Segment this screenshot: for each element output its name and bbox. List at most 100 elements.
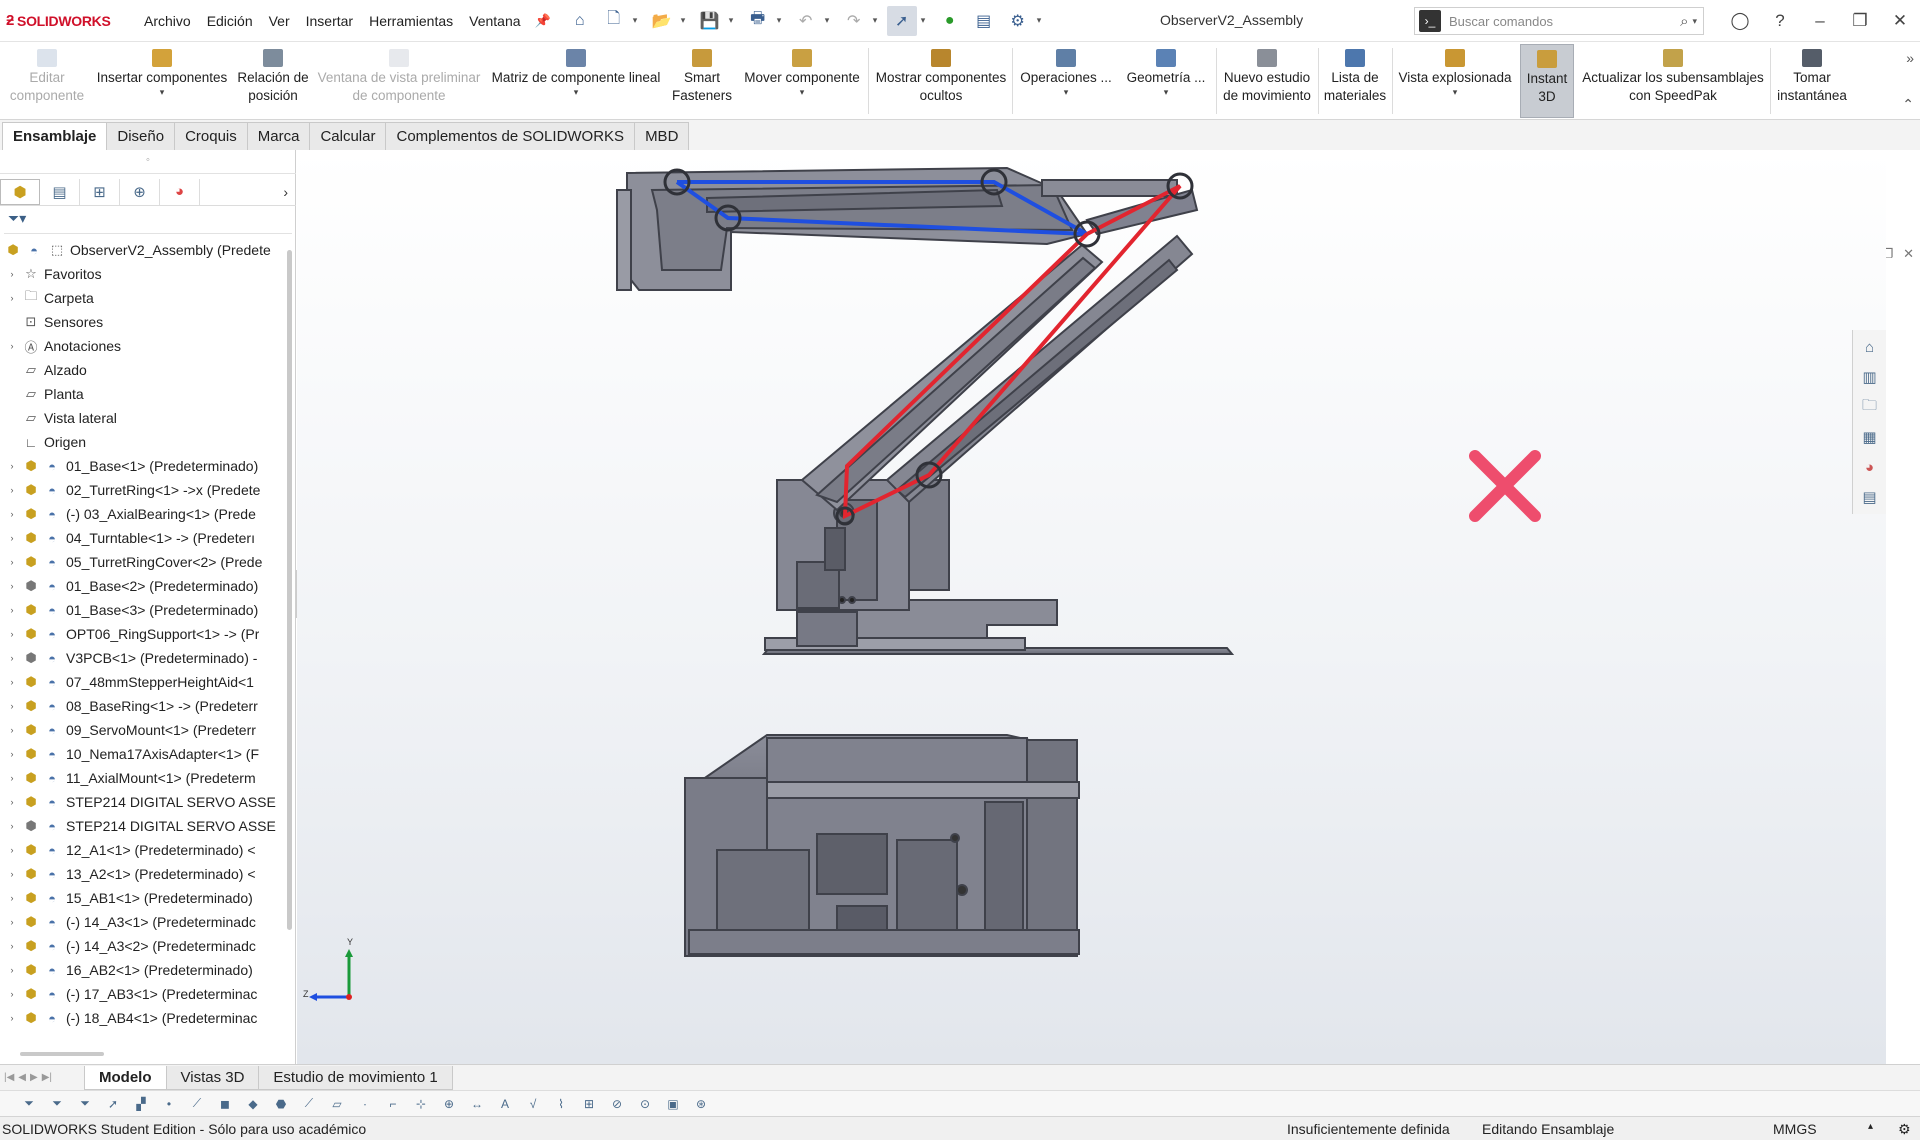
displaymanager-tab-icon[interactable]: ◕ <box>160 178 200 205</box>
tree-component[interactable]: › ⬢ ◓ 01_Base<3> (Predeterminado) <box>0 598 286 622</box>
last-tab-icon[interactable]: ▶| <box>42 1072 52 1083</box>
graphics-area[interactable]: ⌂ ▥ 🗀 ▦ ◕ ▤ <box>297 150 1886 1064</box>
dropdown-arrow-icon[interactable]: ▾ <box>574 87 579 97</box>
filter-balloons-icon[interactable]: ⊘ <box>608 1095 626 1113</box>
appearances-icon[interactable]: ◕ <box>1858 454 1882 480</box>
print-dropdown-icon[interactable]: ▾ <box>777 15 787 26</box>
linear-pattern-button[interactable]: Matriz de componente lineal ▾ <box>486 44 666 118</box>
dropdown-arrow-icon[interactable]: ▾ <box>1164 87 1169 97</box>
tab-marca[interactable]: Marca <box>246 122 311 150</box>
smart-fasteners-button[interactable]: Smart Fasteners <box>668 44 736 118</box>
upper-arm[interactable] <box>616 166 1199 291</box>
dropdown-arrow-icon[interactable]: ▾ <box>1453 87 1458 97</box>
tree-folder-carpeta[interactable]: › 🗀 Carpeta <box>0 286 286 310</box>
expand-icon[interactable]: › <box>6 629 18 639</box>
dropdown-arrow-icon[interactable]: ▾ <box>160 87 165 97</box>
units-selector[interactable]: MMGS <box>1773 1121 1817 1137</box>
select-dropdown-icon[interactable]: ▾ <box>921 15 931 26</box>
move-component-button[interactable]: Mover componente ▾ <box>738 44 866 118</box>
select-pointer-icon[interactable]: ➚ <box>104 1095 122 1113</box>
prev-tab-icon[interactable]: ◀ <box>18 1072 26 1083</box>
featuremanager-tab-icon[interactable]: ⬢ <box>0 178 40 205</box>
filter-datum-features-icon[interactable]: ⊞ <box>580 1095 598 1113</box>
filter-vertices-icon[interactable]: • <box>160 1095 178 1113</box>
expand-icon[interactable]: › <box>6 749 18 759</box>
filter-blocks-icon[interactable]: ▣ <box>664 1095 682 1113</box>
expand-icon[interactable]: › <box>6 509 18 519</box>
filter-weld-symbols-icon[interactable]: ⌇ <box>552 1095 570 1113</box>
tab-vistas-3d[interactable]: Vistas 3D <box>165 1065 260 1090</box>
tree-folder-sensores[interactable]: ⊡ Sensores <box>0 310 286 334</box>
options-gear-icon[interactable]: ⚙ <box>1003 6 1033 36</box>
tree-component[interactable]: › ⬢ ◓ 05_TurretRingCover<2> (Prede <box>0 550 286 574</box>
menu-herramientas[interactable]: Herramientas <box>361 13 461 29</box>
design-library-icon[interactable]: ▥ <box>1858 364 1882 390</box>
menu-ver[interactable]: Ver <box>261 13 298 29</box>
menu-archivo[interactable]: Archivo <box>136 13 199 29</box>
tree-component[interactable]: › ⬢ ◓ OPT06_RingSupport<1> -> (Pr <box>0 622 286 646</box>
filter-notes-icon[interactable]: A <box>496 1095 514 1113</box>
filter-dimensions-icon[interactable]: ↔ <box>468 1095 486 1113</box>
expand-icon[interactable]: › <box>6 653 18 663</box>
customize-icon[interactable]: ⚙ <box>1898 1121 1911 1138</box>
expand-icon[interactable]: › <box>6 581 18 591</box>
tree-component[interactable]: › ⬢ ◓ (-) 18_AB4<1> (Predeterminac <box>0 1006 286 1030</box>
expand-icon[interactable]: › <box>6 293 18 303</box>
solidworks-logo[interactable]: ƻ SOLIDWORKS <box>0 12 136 29</box>
search-dropdown-icon[interactable]: ▾ <box>1692 16 1697 27</box>
undo-icon[interactable]: ↶ <box>791 6 821 36</box>
configurationmanager-tab-icon[interactable]: ⊞ <box>80 178 120 205</box>
expand-icon[interactable]: › <box>6 701 18 711</box>
filter-sketch-points-icon[interactable]: ∙ <box>356 1095 374 1113</box>
expand-icon[interactable]: › <box>6 485 18 495</box>
mate-button[interactable]: Relación de posición <box>234 44 312 118</box>
expand-icon[interactable]: › <box>6 725 18 735</box>
minimize-button[interactable]: – <box>1800 11 1840 31</box>
select-pointer-icon[interactable]: ➚ <box>886 5 917 36</box>
new-dropdown-icon[interactable]: ▾ <box>633 15 643 26</box>
tree-component[interactable]: › ⬢ ◓ 12_A1<1> (Predeterminado) < <box>0 838 286 862</box>
expand-icon[interactable]: › <box>6 941 18 951</box>
filter-surface-finish-icon[interactable]: √ <box>524 1095 542 1113</box>
tree-component[interactable]: › ⬢ ◓ 01_Base<1> (Predeterminado) <box>0 454 286 478</box>
take-snapshot-button[interactable]: Tomar instantánea <box>1772 44 1852 118</box>
new-document-icon[interactable]: 🗋 <box>599 6 629 36</box>
command-search[interactable]: ›_ Buscar comandos ⌕ ▾ <box>1414 7 1704 35</box>
open-dropdown-icon[interactable]: ▾ <box>681 15 691 26</box>
tree-component[interactable]: › ⬢ ◓ 07_48mmStepperHeightAid<1 <box>0 670 286 694</box>
tree-component[interactable]: › ⬢ ◓ V3PCB<1> (Predeterminado) - <box>0 646 286 670</box>
expand-icon[interactable]: › <box>6 533 18 543</box>
shoulder-tower[interactable] <box>776 479 950 611</box>
tab-complementos[interactable]: Complementos de SOLIDWORKS <box>385 122 636 150</box>
tab-ensamblaje[interactable]: Ensamblaje <box>2 122 108 150</box>
traffic-light-icon[interactable]: ● <box>935 6 965 36</box>
expand-icon[interactable]: › <box>6 893 18 903</box>
tree-component[interactable]: › ⬢ ◓ 02_TurretRing<1> ->x (Predete <box>0 478 286 502</box>
tree-component[interactable]: › ⬢ ◓ 01_Base<2> (Predeterminado) <box>0 574 286 598</box>
tree-root[interactable]: ⬢ ◓ ⬚ ObserverV2_Assembly (Predete <box>0 238 286 262</box>
file-properties-icon[interactable]: ▤ <box>969 6 999 36</box>
expand-icon[interactable]: › <box>6 797 18 807</box>
insert-components-button[interactable]: Insertar componentes ▾ <box>92 44 232 118</box>
restore-button[interactable]: ❐ <box>1840 11 1880 31</box>
tree-component[interactable]: › ⬢ ◓ STEP214 DIGITAL SERVO ASSE <box>0 790 286 814</box>
tree-origin[interactable]: ∟ Origen <box>0 430 286 454</box>
features-button[interactable]: Operaciones ... ▾ <box>1016 44 1116 118</box>
tab-calcular[interactable]: Calcular <box>309 122 387 150</box>
tab-diseno[interactable]: Diseño <box>106 122 176 150</box>
filter-planes-icon[interactable]: ▱ <box>328 1095 346 1113</box>
filter-surface-bodies-icon[interactable]: ◆ <box>244 1095 262 1113</box>
robot-base[interactable] <box>684 647 1235 957</box>
dropdown-arrow-icon[interactable]: ▾ <box>1064 87 1069 97</box>
tree-plane-planta[interactable]: ▱ Planta <box>0 382 286 406</box>
tree-component[interactable]: › ⬢ ◓ (-) 14_A3<1> (Predeterminadc <box>0 910 286 934</box>
tab-mbd[interactable]: MBD <box>634 122 690 150</box>
tree-component[interactable]: › ⬢ ◓ 09_ServoMount<1> (Predeterr <box>0 718 286 742</box>
viewport-close-icon[interactable]: ✕ <box>1903 246 1914 262</box>
tree-component[interactable]: › ⬢ ◓ 10_Nema17AxisAdapter<1> (F <box>0 742 286 766</box>
expand-icon[interactable]: › <box>6 965 18 975</box>
redo-icon[interactable]: ↷ <box>839 6 869 36</box>
select-similar-icon[interactable]: ▞ <box>132 1095 150 1113</box>
filter-axes-icon[interactable]: ⟋ <box>300 1095 318 1113</box>
tree-component[interactable]: › ⬢ ◓ (-) 17_AB3<1> (Predeterminac <box>0 982 286 1006</box>
